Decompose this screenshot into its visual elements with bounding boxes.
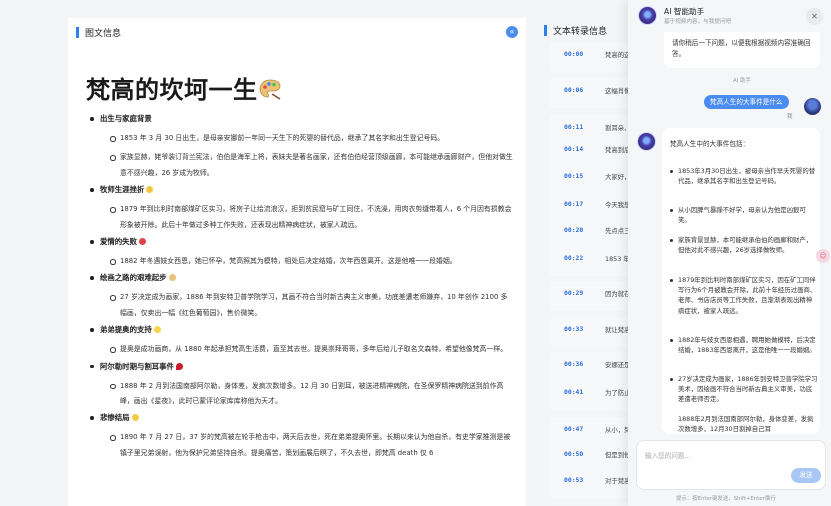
send-button[interactable]: 发送 [791, 468, 821, 483]
arrow-icon[interactable]: « [506, 26, 518, 38]
doc-title: 梵高的坎坷一生 [86, 70, 282, 105]
crying-face-icon [131, 414, 139, 422]
timestamp[interactable]: 00:17 [564, 200, 583, 208]
blood-drop-icon [175, 362, 183, 370]
transcript-header: 文本转录信息 [544, 24, 607, 37]
timestamp[interactable]: 00:53 [564, 476, 583, 484]
timestamp[interactable]: 00:33 [564, 325, 583, 333]
ai-chat-panel: AI 智能助手 基于视频内容，与我提问吧 ✕ 请你稍后一下问题，以便我根据视频内… [628, 0, 831, 506]
bot-avatar [638, 6, 657, 25]
user-avatar [804, 98, 821, 115]
timestamp[interactable]: 00:15 [564, 172, 583, 180]
heading-end: 悲惨结局 [90, 413, 514, 423]
answer-item: 27岁决定成为画家，1886年到安特卫普学院学习美术，因绘画不符合当时新古典主义… [670, 375, 818, 404]
list-item: 1879 年到比利时南部煤矿区实习，将房子让给流浪汉，拒到贫民窟与矿工同住，不洗… [90, 202, 514, 233]
bot-avatar [637, 132, 656, 151]
timestamp[interactable]: 00:50 [564, 450, 583, 458]
section-accent-bar [544, 25, 547, 36]
answer-item: 1879年到比利时南部煤矿区实习，因在矿工同伴写行为6个月被教会开除，此前十年经… [670, 276, 817, 315]
doc-title-text: 梵高的坎坷一生 [86, 76, 258, 104]
timestamp[interactable]: 00:06 [564, 86, 583, 94]
chat-input[interactable]: 输入您的问题... 发送 [636, 440, 826, 490]
user-message: 梵高人生的大事件是什么 [704, 95, 789, 109]
list-item: 1882 年冬遇妓女西恩，她已怀孕，梵高照其为模特，相处后决定结婚，次年西恩离开… [90, 254, 514, 269]
graphic-info-panel: 图文信息 « 梵高的坎坷一生 出生与家庭背景 1853 年 3 月 30 日出生… [68, 18, 526, 506]
timestamp[interactable]: 00:29 [564, 289, 583, 297]
heading-pastor: 牧师生涯挫折 [90, 185, 514, 195]
ai-message-text: 请你稍后一下问题，以便我根据视频内容准确回答。 [672, 39, 811, 58]
me-tag: 我 [787, 114, 793, 120]
ai-message: 请你稍后一下问题，以便我根据视频内容准确回答。 [664, 32, 820, 68]
heading-theo: 弟弟提奥的支持 [90, 325, 514, 335]
answer-item: 1882年与妓女西恩相遇，聘用她做模特，后决定结婚，1883年西恩离开，这是他唯… [670, 335, 818, 355]
star-icon [153, 326, 161, 334]
list-item: 家族显赫，姥爷装订背兰宪法，伯伯是海军上将，表妹夫是著名画家，还有伯伯经营顶级画… [90, 150, 514, 181]
close-icon[interactable]: ✕ [806, 8, 823, 25]
chat-input-placeholder: 输入您的问题... [645, 452, 691, 460]
doc-body: 出生与家庭背景 1853 年 3 月 30 日出生，是母亲安娜前一年同一天生下的… [90, 114, 514, 465]
list-item: 1890 年 7 月 27 日，37 岁的梵高被左轮手枪击中，两天后去世，死在弟… [90, 430, 514, 461]
chat-subtitle: 基于视频内容，与我提问吧 [664, 19, 732, 25]
answer-head: 梵高人生中的大事件包括： [670, 140, 750, 148]
graphic-info-title: 图文信息 [85, 29, 122, 39]
heading-love: 爱情的失败 [90, 237, 514, 247]
heading-arles: 阿尔勒时期与割耳事件 [90, 362, 514, 372]
transcript-title: 文本转录信息 [553, 27, 608, 37]
heading-painting: 绘画之路的艰难起步 [90, 273, 514, 283]
timestamp[interactable]: 00:41 [564, 388, 583, 396]
graphic-info-header: 图文信息 [76, 26, 121, 39]
sad-face-icon [146, 186, 154, 194]
palette-icon [259, 79, 280, 100]
answer-item: 从小因脾气暴躁不好学，母亲认为他是凶狠可笑。 [670, 205, 818, 225]
broken-heart-icon [138, 238, 146, 246]
list-item: 提奥是成功画商，从 1880 年起承担梵高生活费，直至其去世。提奥崇拜哥哥，多年… [90, 342, 514, 357]
answer-item: 1853年3月30日出生，被母亲当作早夭死婴的替代品，继承其名字和出生登记号码。 [670, 166, 818, 186]
timestamp[interactable]: 00:14 [564, 145, 583, 153]
palette-icon [168, 274, 176, 282]
timestamp[interactable]: 00:36 [564, 360, 583, 368]
chat-header: AI 智能助手 基于视频内容，与我提问吧 ✕ [628, 0, 831, 32]
timestamp[interactable]: 00:11 [564, 123, 583, 131]
timestamp[interactable]: 00:20 [564, 226, 583, 234]
list-item: 27 岁决定成为画家，1886 年到安特卫普学院学习，其画不符合当时新古典主义审… [90, 290, 514, 321]
list-item: 1888 年 2 月到法国南部阿尔勒，身体差，发疯次数增多。12 月 30 日割… [90, 379, 514, 410]
app-page: 图文信息 « 梵高的坎坷一生 出生与家庭背景 1853 年 3 月 30 日出生… [0, 0, 831, 506]
chat-title: AI 智能助手 [664, 7, 705, 16]
input-hint: 提示：按Enter键发送，Shift+Enter换行 [676, 496, 776, 502]
ai-tag: AI 助手 [733, 78, 751, 84]
heading-birth: 出生与家庭背景 [90, 114, 514, 124]
timestamp[interactable]: 00:22 [564, 254, 583, 262]
answer-item: 家族背景显赫，本可能继承伯伯的画廊和财产，但他对此不感兴趣，26岁选择做牧师。 [670, 235, 818, 255]
section-accent-bar [76, 27, 79, 38]
assistant-float-icon[interactable]: ☺ [816, 249, 830, 263]
list-item: 1853 年 3 月 30 日出生，是母亲安娜前一年同一天生下的死婴的替代品，继… [90, 131, 514, 146]
timestamp[interactable]: 00:00 [564, 50, 583, 58]
answer-item: 1888年2月到法国南部阿尔勒，身体变差，发疯次数增多，12月30日割掉自己耳 [678, 414, 818, 432]
timestamp[interactable]: 00:47 [564, 425, 583, 433]
